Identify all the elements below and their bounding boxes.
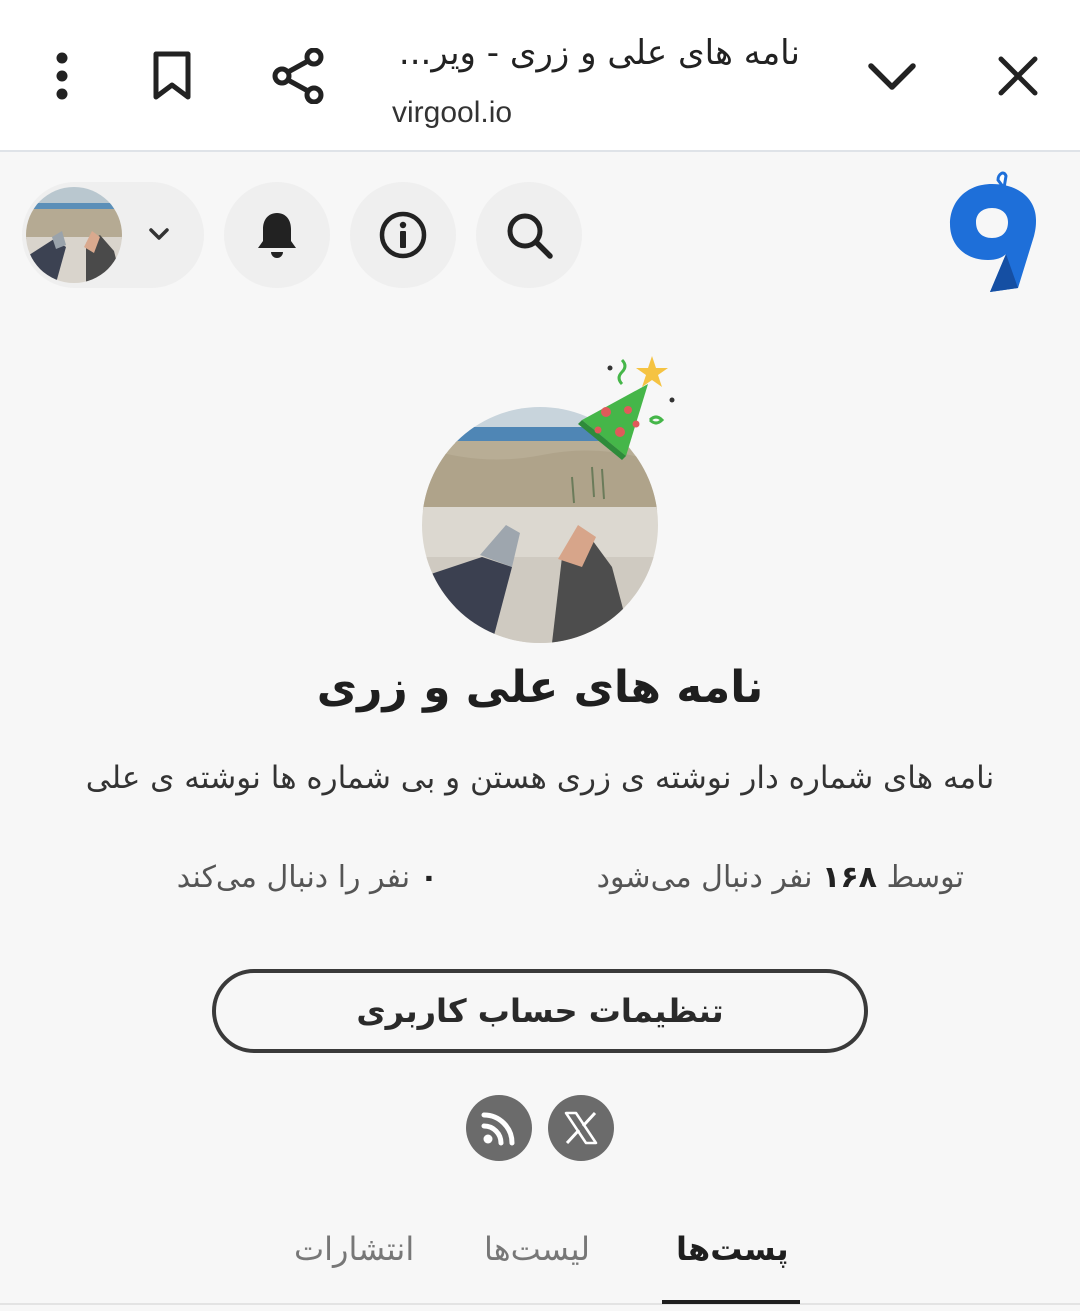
tabs-divider: [0, 1303, 1080, 1305]
profile-tabs: پست‌ها لیست‌ها انتشارات: [0, 1212, 1080, 1311]
more-vert-icon[interactable]: [26, 40, 98, 112]
tab-posts[interactable]: پست‌ها: [676, 1230, 789, 1268]
following-count[interactable]: ۰ نفر را دنبال می‌کند: [177, 860, 438, 895]
profile-name: نامه های علی و زری: [316, 662, 764, 713]
rss-button[interactable]: [466, 1095, 532, 1161]
tab-lists[interactable]: لیست‌ها: [484, 1230, 590, 1268]
followers-prefix: توسط: [886, 860, 964, 895]
x-twitter-button[interactable]: [548, 1095, 614, 1161]
bookmark-icon[interactable]: [136, 40, 208, 112]
followers-suffix: نفر دنبال می‌شود: [596, 860, 813, 895]
site-header: [0, 152, 1080, 322]
followers-count[interactable]: توسط ۱۶۸ نفر دنبال می‌شود: [597, 860, 964, 895]
browser-toolbar: نامه های علی و زری - ویر... virgool.io: [0, 0, 1080, 152]
account-settings-button[interactable]: تنظیمات حساب کاربری: [212, 969, 868, 1053]
following-suffix: نفر را دنبال می‌کند: [176, 860, 411, 895]
account-menu-button[interactable]: [22, 182, 204, 288]
virgool-logo[interactable]: [940, 170, 1044, 302]
close-icon[interactable]: [982, 40, 1054, 112]
profile-bio: نامه های شماره دار نوشته ی زری هستن و بی…: [85, 760, 995, 796]
page-title: نامه های علی و زری - ویر...: [398, 33, 800, 73]
info-icon: [379, 211, 427, 259]
following-number: ۰: [419, 860, 438, 895]
search-button[interactable]: [476, 182, 582, 288]
active-tab-indicator: [662, 1300, 800, 1304]
party-hat-icon: [578, 356, 675, 460]
avatar: [26, 187, 122, 283]
followers-number: ۱۶۸: [822, 860, 877, 895]
notifications-button[interactable]: [224, 182, 330, 288]
page-title-area[interactable]: نامه های علی و زری - ویر... virgool.io: [380, 30, 820, 140]
info-button[interactable]: [350, 182, 456, 288]
x-twitter-icon: [564, 1111, 598, 1145]
chevron-down-icon: [149, 228, 169, 240]
search-icon: [507, 213, 553, 259]
bell-icon: [258, 213, 296, 258]
page-url: virgool.io: [392, 96, 513, 129]
tab-publications[interactable]: انتشارات: [294, 1230, 414, 1268]
rss-icon: [481, 1112, 515, 1146]
chevron-down-icon[interactable]: [856, 40, 928, 112]
share-icon[interactable]: [262, 40, 334, 112]
